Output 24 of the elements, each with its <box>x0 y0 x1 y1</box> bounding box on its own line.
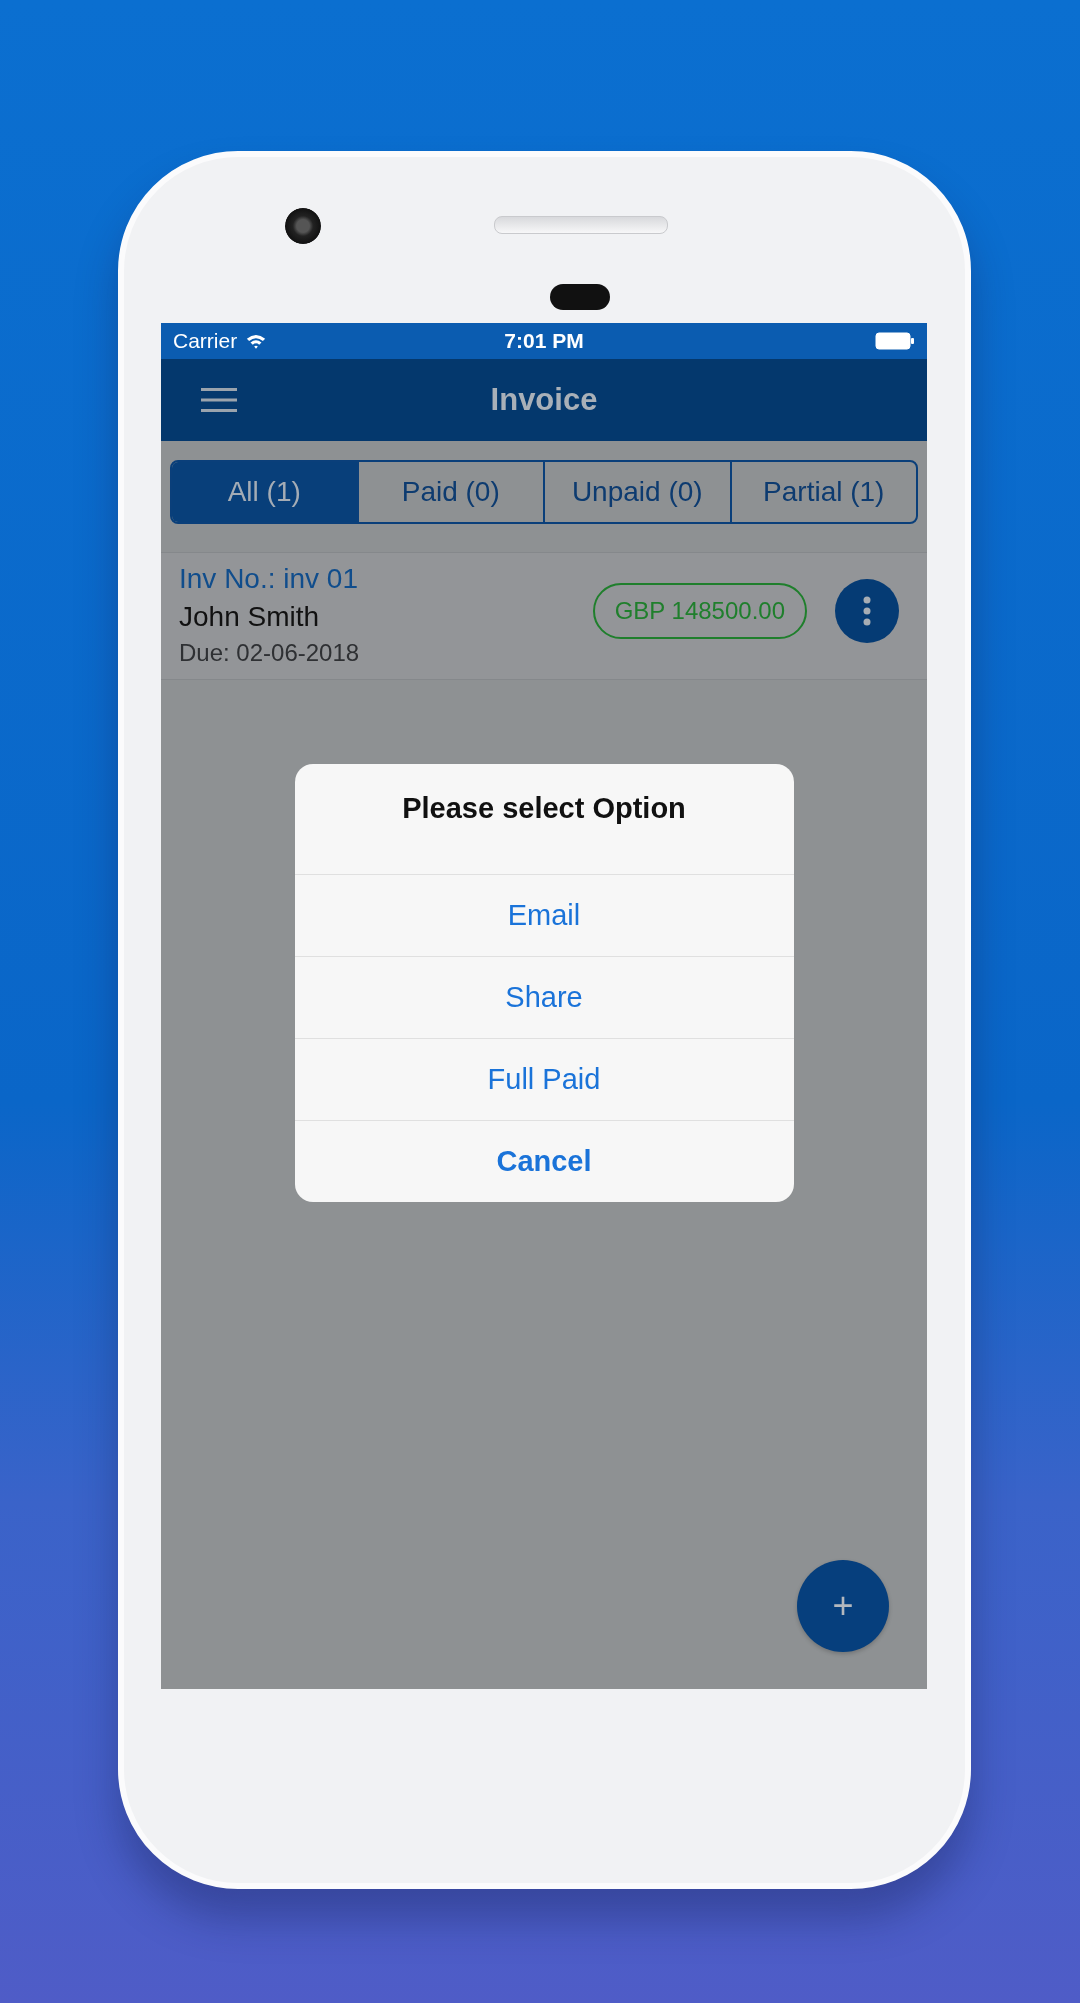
filter-tab[interactable]: All (1) <box>172 462 357 522</box>
dialog-option[interactable]: Cancel <box>294 1120 794 1202</box>
due-date: Due: 02-06-2018 <box>179 639 361 667</box>
customer-name: John Smith <box>179 601 321 633</box>
battery-icon <box>875 332 915 350</box>
sensor-icon <box>550 284 610 310</box>
add-button[interactable]: + <box>797 1560 889 1652</box>
more-icon <box>863 596 871 626</box>
camera-icon <box>285 208 321 244</box>
status-time: 7:01 PM <box>504 329 584 353</box>
invoice-number: Inv No.: inv 01 <box>179 563 359 595</box>
wifi-icon <box>245 332 268 350</box>
dialog-option[interactable]: Full Paid <box>294 1038 794 1120</box>
header-title: Invoice <box>489 382 599 418</box>
dialog-option[interactable]: Share <box>294 956 794 1038</box>
filter-tab[interactable]: Partial (1) <box>729 462 916 522</box>
dialog-title: Please select Option <box>401 790 687 826</box>
amount-badge: GBP 148500.00 <box>592 583 807 639</box>
menu-icon[interactable] <box>201 387 237 413</box>
invoice-row[interactable]: Inv No.: inv 01 John Smith Due: 02-06-2018 GBP 148500.00 <box>161 552 927 680</box>
dialog-option[interactable]: Email <box>294 874 794 956</box>
filter-tab[interactable]: Unpaid (0) <box>543 462 730 522</box>
carrier-label: Carrier <box>173 329 238 353</box>
filter-tab[interactable]: Paid (0) <box>356 462 543 522</box>
